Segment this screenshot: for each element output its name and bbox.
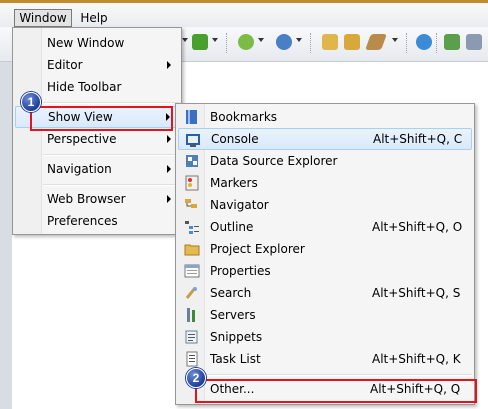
menu-item-label: Navigation (47, 162, 112, 176)
submenu-arrow-icon (167, 195, 171, 203)
menu-item-label: Search (210, 286, 252, 300)
globe-icon[interactable] (416, 34, 432, 50)
toolbar-separator (310, 33, 312, 53)
properties-icon (184, 263, 200, 279)
toolbar-dropdown-arrow[interactable] (392, 38, 398, 42)
menu-item-shortcut: Alt+Shift+Q, O (372, 220, 463, 234)
menu-item-navigator[interactable]: Navigator (178, 194, 472, 216)
toolbar-separator (406, 33, 408, 53)
menu-item-preferences[interactable]: Preferences (15, 210, 179, 232)
bookmark-icon (184, 109, 200, 125)
open-type-icon[interactable] (344, 34, 360, 50)
menu-item-label: Servers (210, 308, 256, 322)
menu-item-label: Properties (210, 264, 271, 278)
menu-item-label: Hide Toolbar (47, 80, 122, 94)
snippets-icon (184, 329, 200, 345)
folder-icon (184, 241, 200, 257)
open-folder-icon[interactable] (322, 34, 338, 50)
show-view-menu: Bookmarks Console Alt+Shift+Q, C Data So… (175, 103, 475, 405)
menu-item-shortcut: Alt+Shift+Q, S (372, 286, 461, 300)
menu-item-markers[interactable]: Markers (178, 172, 472, 194)
menu-item-editor[interactable]: Editor (15, 54, 179, 76)
toolbar-dropdown-arrow[interactable] (258, 38, 264, 42)
window-menu: New Window Editor Hide Toolbar Show View… (12, 27, 182, 235)
toolbar-separator (436, 33, 438, 53)
submenu-arrow-icon (167, 165, 171, 173)
menu-item-hide-toolbar[interactable]: Hide Toolbar (15, 76, 179, 98)
new-server-icon[interactable] (238, 34, 254, 50)
menu-item-label: New Window (47, 36, 125, 50)
menu-item-data-source-explorer[interactable]: Data Source Explorer (178, 150, 472, 172)
menu-item-label: Outline (210, 220, 254, 234)
debug-icon[interactable] (444, 34, 460, 50)
search-icon (184, 285, 200, 301)
console-icon (185, 132, 201, 148)
menu-separator (43, 102, 179, 104)
menu-item-shortcut: Alt+Shift+Q, C (373, 132, 463, 146)
menu-item-snippets[interactable]: Snippets (178, 326, 472, 348)
menu-item-label: Navigator (210, 198, 269, 212)
menu-item-console[interactable]: Console Alt+Shift+Q, C (178, 128, 472, 150)
menu-item-outline[interactable]: Outline Alt+Shift+Q, O (178, 216, 472, 238)
window-title-edge (0, 0, 488, 3)
menu-item-servers[interactable]: Servers (178, 304, 472, 326)
database-icon (184, 153, 200, 169)
highlight-box-show-view (30, 106, 173, 131)
toolbar-dropdown-arrow[interactable] (212, 38, 218, 42)
menu-item-navigation[interactable]: Navigation (15, 158, 179, 180)
menu-window[interactable]: Window (14, 9, 72, 27)
menu-item-label: Preferences (47, 214, 118, 228)
menu-item-search[interactable]: Search Alt+Shift+Q, S (178, 282, 472, 304)
menu-item-label: Data Source Explorer (210, 154, 338, 168)
submenu-arrow-icon (167, 135, 171, 143)
highlight-box-other (195, 379, 477, 403)
step-badge-1: 1 (21, 92, 41, 112)
menu-item-project-explorer[interactable]: Project Explorer (178, 238, 472, 260)
menu-item-label: Editor (47, 58, 83, 72)
toolbar-dropdown-arrow[interactable] (182, 38, 188, 42)
menu-item-perspective[interactable]: Perspective (15, 128, 179, 150)
menu-item-web-browser[interactable]: Web Browser (15, 188, 179, 210)
menu-item-new-window[interactable]: New Window (15, 32, 179, 54)
markers-icon (184, 175, 200, 191)
workbench-left-edge (0, 62, 12, 409)
pencil-icon[interactable] (365, 34, 387, 50)
menu-separator (206, 374, 472, 376)
menu-item-label: Console (211, 132, 259, 146)
menu-item-task-list[interactable]: Task List Alt+Shift+Q, K (178, 348, 472, 370)
new-class-icon[interactable] (276, 34, 292, 50)
menu-file-edge[interactable] (0, 9, 8, 27)
navigator-icon (184, 197, 200, 213)
task-list-icon (184, 351, 200, 367)
step-badge-2: 2 (186, 368, 206, 388)
menu-separator (43, 184, 179, 186)
menu-item-label: Web Browser (47, 192, 126, 206)
outline-icon (184, 219, 200, 235)
toolbar-separator (226, 33, 228, 53)
menu-bar: Window Help (0, 0, 488, 27)
menu-item-label: Markers (210, 176, 258, 190)
servers-icon (184, 307, 200, 323)
menu-item-label: Perspective (47, 132, 117, 146)
run-icon[interactable] (192, 34, 208, 50)
submenu-arrow-icon (167, 61, 171, 69)
menu-separator (43, 154, 179, 156)
menu-item-label: Task List (210, 352, 261, 366)
menu-item-label: Snippets (210, 330, 263, 344)
menu-item-bookmarks[interactable]: Bookmarks (178, 106, 472, 128)
menu-item-label: Bookmarks (210, 110, 278, 124)
menu-item-properties[interactable]: Properties (178, 260, 472, 282)
menu-item-shortcut: Alt+Shift+Q, K (372, 352, 461, 366)
menu-help[interactable]: Help (79, 9, 109, 27)
tool-icon[interactable] (466, 34, 482, 50)
menu-item-label: Project Explorer (210, 242, 305, 256)
toolbar-dropdown-arrow[interactable] (296, 38, 302, 42)
